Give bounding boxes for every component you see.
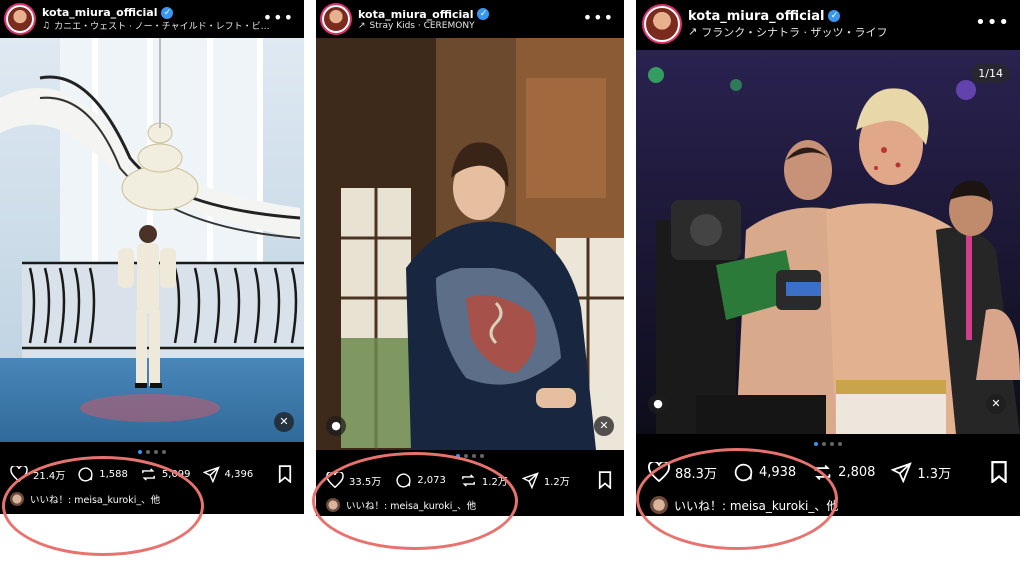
share-icon	[202, 465, 220, 483]
carousel-dot	[154, 450, 158, 454]
post-header: kota_miura_official ✓ ♫ カニエ・ウェスト · ノー・チャイル…	[0, 0, 304, 38]
repost-count: 1.2万	[481, 476, 508, 488]
repost-button[interactable]: 5,099	[140, 466, 191, 483]
repost-count: 5,099	[161, 468, 191, 480]
like-button[interactable]: 33.5万	[326, 472, 381, 488]
carousel-dot	[814, 442, 818, 446]
post-card-2: kota_miura_official ✓ ↗ Stray Kids · CEREM…	[316, 0, 624, 516]
slide-counter: 1/14	[971, 64, 1010, 83]
user-tag-icon[interactable]: ●	[648, 394, 668, 414]
comment-count: 4,938	[758, 464, 797, 480]
avatar[interactable]	[644, 6, 680, 42]
verified-icon: ✓	[161, 6, 174, 19]
post-photo[interactable]: ✕	[0, 38, 304, 442]
verified-icon: ✓	[477, 8, 490, 20]
heart-icon	[648, 462, 670, 482]
post-photo[interactable]: 1/14 ● ✕	[636, 50, 1020, 434]
carousel-dot	[456, 454, 460, 458]
post-photo[interactable]: ● ✕	[316, 38, 624, 450]
share-button[interactable]: 1.3万	[891, 461, 952, 483]
repost-icon	[814, 464, 831, 480]
carousel-dot	[480, 454, 484, 458]
liked-by-line[interactable]: いいね！: meisa_kuroki_、他	[10, 492, 160, 506]
carousel-dot	[822, 442, 826, 446]
like-count: 21.4万	[33, 470, 66, 482]
more-icon[interactable]: •••	[975, 12, 1010, 33]
liked-by-text: いいね！: meisa_kuroki_、他	[346, 501, 477, 512]
share-icon	[521, 471, 539, 489]
repost-button[interactable]: 2,808	[812, 462, 875, 483]
music-label[interactable]: フランク・シナトラ · ザッツ・ライフ	[701, 24, 887, 40]
music-note-icon: ♫	[42, 20, 51, 31]
carousel-dots	[316, 454, 624, 458]
like-button[interactable]: 88.3万	[648, 462, 717, 482]
comment-icon	[396, 472, 411, 488]
liked-by-line[interactable]: いいね！: meisa_kuroki_、他	[650, 496, 838, 514]
liked-by-text: いいね！: meisa_kuroki_、他	[30, 495, 161, 506]
heart-icon	[326, 472, 344, 488]
liked-by-text: いいね！: meisa_kuroki_、他	[674, 498, 839, 513]
more-icon[interactable]: •••	[583, 8, 614, 27]
carousel-dot	[464, 454, 468, 458]
muted-icon[interactable]: ✕	[594, 416, 614, 436]
user-tag-icon[interactable]: ●	[326, 416, 346, 436]
carousel-dot	[472, 454, 476, 458]
comment-button[interactable]: 2,073	[395, 472, 446, 489]
bookmark-icon[interactable]	[990, 461, 1008, 483]
comment-button[interactable]: 1,588	[77, 466, 128, 483]
repost-button[interactable]: 1.2万	[460, 472, 508, 489]
comment-icon	[734, 463, 753, 481]
action-bar: 33.5万 2,073 1.2万 1.2万	[316, 468, 624, 492]
share-count: 4,396	[224, 468, 254, 480]
like-count: 88.3万	[675, 466, 717, 482]
carousel-dots	[0, 450, 304, 454]
carousel-dot	[830, 442, 834, 446]
like-button[interactable]: 21.4万	[10, 466, 65, 482]
comment-count: 2,073	[417, 474, 446, 486]
carousel-dot	[146, 450, 150, 454]
muted-icon[interactable]: ✕	[274, 412, 294, 432]
bookmark-icon[interactable]	[598, 471, 612, 489]
username[interactable]: kota_miura_official	[688, 9, 824, 24]
carousel-dot	[162, 450, 166, 454]
carousel-dots	[636, 442, 1020, 446]
muted-icon[interactable]: ✕	[986, 394, 1006, 414]
action-bar: 88.3万 4,938 2,808 1.3万	[636, 458, 1020, 486]
like-count: 33.5万	[349, 476, 382, 488]
avatar[interactable]	[6, 5, 34, 33]
action-bar: 21.4万 1,588 5,099 4,396	[0, 462, 304, 486]
share-count: 1.2万	[543, 476, 570, 488]
username[interactable]: kota_miura_official	[42, 6, 157, 19]
carousel-dot	[138, 450, 142, 454]
post-header: kota_miura_official ✓ ↗ Stray Kids · CEREM…	[316, 0, 624, 38]
repost-count: 2,808	[838, 464, 876, 480]
comment-count: 1,588	[99, 468, 128, 480]
username[interactable]: kota_miura_official	[358, 8, 473, 21]
music-label[interactable]: Stray Kids · CEREMONY	[370, 21, 475, 31]
bookmark-icon[interactable]	[278, 465, 292, 483]
trending-arrow-icon: ↗	[358, 20, 366, 31]
post-header: kota_miura_official ✓ ↗ フランク・シナトラ · ザッツ・ライ…	[636, 0, 1020, 48]
verified-icon: ✓	[828, 10, 841, 22]
liker-avatar	[10, 492, 24, 506]
trending-arrow-icon: ↗	[688, 25, 698, 38]
heart-icon	[10, 466, 28, 482]
share-button[interactable]: 4,396	[202, 465, 254, 483]
comment-icon	[78, 466, 93, 482]
avatar[interactable]	[322, 5, 350, 33]
comment-button[interactable]: 4,938	[733, 462, 796, 483]
repost-icon	[142, 467, 155, 481]
carousel-dot	[838, 442, 842, 446]
liker-avatar	[326, 498, 340, 512]
liked-by-line[interactable]: いいね！: meisa_kuroki_、他	[326, 498, 476, 512]
share-button[interactable]: 1.2万	[521, 471, 570, 489]
post-card-3: kota_miura_official ✓ ↗ フランク・シナトラ · ザッツ・ライ…	[636, 0, 1020, 516]
share-count: 1.3万	[917, 466, 952, 482]
share-icon	[891, 461, 913, 483]
liker-avatar	[650, 496, 668, 514]
music-label[interactable]: カニエ・ウェスト · ノー・チャイルド・レフト・ビ…	[54, 19, 270, 32]
repost-icon	[462, 473, 475, 487]
more-icon[interactable]: •••	[263, 8, 294, 27]
post-card-1: kota_miura_official ✓ ♫ カニエ・ウェスト · ノー・チャイル…	[0, 0, 304, 514]
